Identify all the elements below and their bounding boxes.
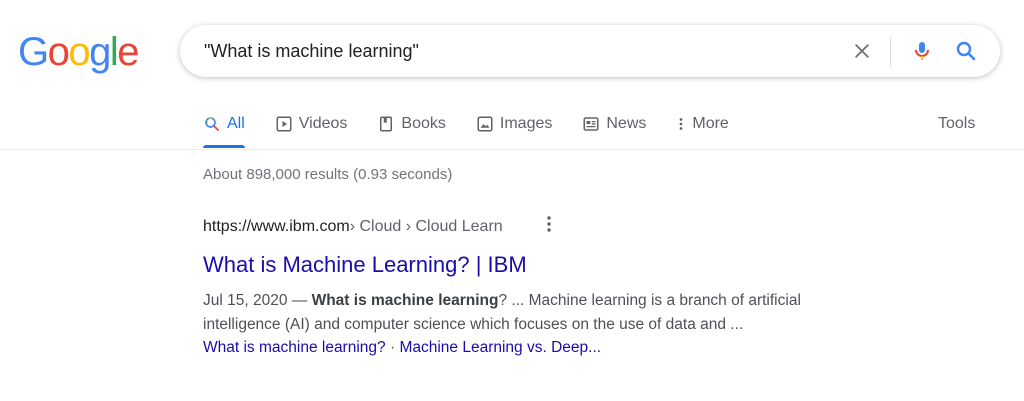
logo-letter: e bbox=[117, 30, 139, 74]
tab-all[interactable]: All bbox=[203, 112, 245, 148]
play-icon bbox=[275, 115, 293, 133]
tab-label: Images bbox=[499, 115, 553, 132]
search-icon bbox=[203, 115, 221, 133]
tab-news[interactable]: News bbox=[582, 112, 646, 136]
tools-label: Tools bbox=[938, 115, 976, 132]
result-date: Jul 15, 2020 — bbox=[203, 292, 312, 309]
tools-button[interactable]: Tools bbox=[938, 112, 975, 136]
tab-label: All bbox=[227, 115, 245, 132]
image-icon bbox=[476, 115, 494, 133]
kebab-icon bbox=[676, 115, 686, 133]
kebab-icon bbox=[547, 216, 551, 232]
result-url: https://www.ibm.com bbox=[203, 218, 350, 235]
search-box bbox=[180, 25, 1000, 77]
tab-label: Books bbox=[401, 115, 446, 132]
result-breadcrumb: › Cloud › Cloud Learn bbox=[349, 218, 503, 235]
sitelink-what-is-ml[interactable]: What is machine learning? bbox=[203, 339, 386, 356]
result-title-link[interactable]: What is Machine Learning? | IBM bbox=[203, 251, 843, 279]
clear-search-button[interactable] bbox=[846, 35, 878, 67]
search-input[interactable] bbox=[204, 25, 844, 77]
voice-search-button[interactable] bbox=[906, 35, 938, 67]
logo-letter: o bbox=[47, 30, 70, 74]
search-divider bbox=[890, 38, 891, 66]
logo-letter: l bbox=[109, 30, 119, 74]
close-icon bbox=[855, 44, 869, 58]
snippet-highlight: What is machine learning bbox=[311, 292, 499, 309]
search-result: https://www.ibm.com › Cloud › Cloud Lear… bbox=[203, 215, 843, 359]
google-logo[interactable]: Google bbox=[18, 30, 139, 74]
logo-letter: o bbox=[68, 30, 90, 74]
microphone-icon bbox=[915, 42, 929, 60]
tab-more[interactable]: More bbox=[676, 112, 729, 136]
book-icon bbox=[377, 115, 395, 133]
tab-label: Videos bbox=[298, 115, 348, 132]
news-icon bbox=[582, 115, 600, 133]
search-icon bbox=[956, 41, 976, 61]
sitelink-ml-vs-deep[interactable]: Machine Learning vs. Deep... bbox=[399, 339, 601, 356]
tab-label: More bbox=[692, 115, 729, 132]
search-tabs: All Videos Books Images News More bbox=[203, 112, 759, 150]
result-sitelinks: What is machine learning? · Machine Lear… bbox=[203, 337, 843, 359]
tab-images[interactable]: Images bbox=[476, 112, 552, 136]
sitelink-separator: · bbox=[385, 339, 400, 356]
result-stats: About 898,000 results (0.93 seconds) bbox=[203, 166, 453, 183]
search-button[interactable] bbox=[950, 35, 982, 67]
logo-letter: G bbox=[18, 30, 49, 74]
logo-letter: g bbox=[89, 30, 111, 74]
tab-videos[interactable]: Videos bbox=[275, 112, 348, 136]
search-results-page: Google "What is machine learning" All Vi… bbox=[0, 0, 1024, 401]
tab-label: News bbox=[606, 115, 647, 132]
result-cite[interactable]: https://www.ibm.com › Cloud › Cloud Lear… bbox=[203, 215, 843, 239]
result-options-button[interactable] bbox=[542, 212, 556, 236]
tab-books[interactable]: Books bbox=[377, 112, 446, 136]
tabs-divider bbox=[0, 149, 1024, 150]
result-snippet: Jul 15, 2020 — What is machine learning?… bbox=[203, 289, 843, 337]
